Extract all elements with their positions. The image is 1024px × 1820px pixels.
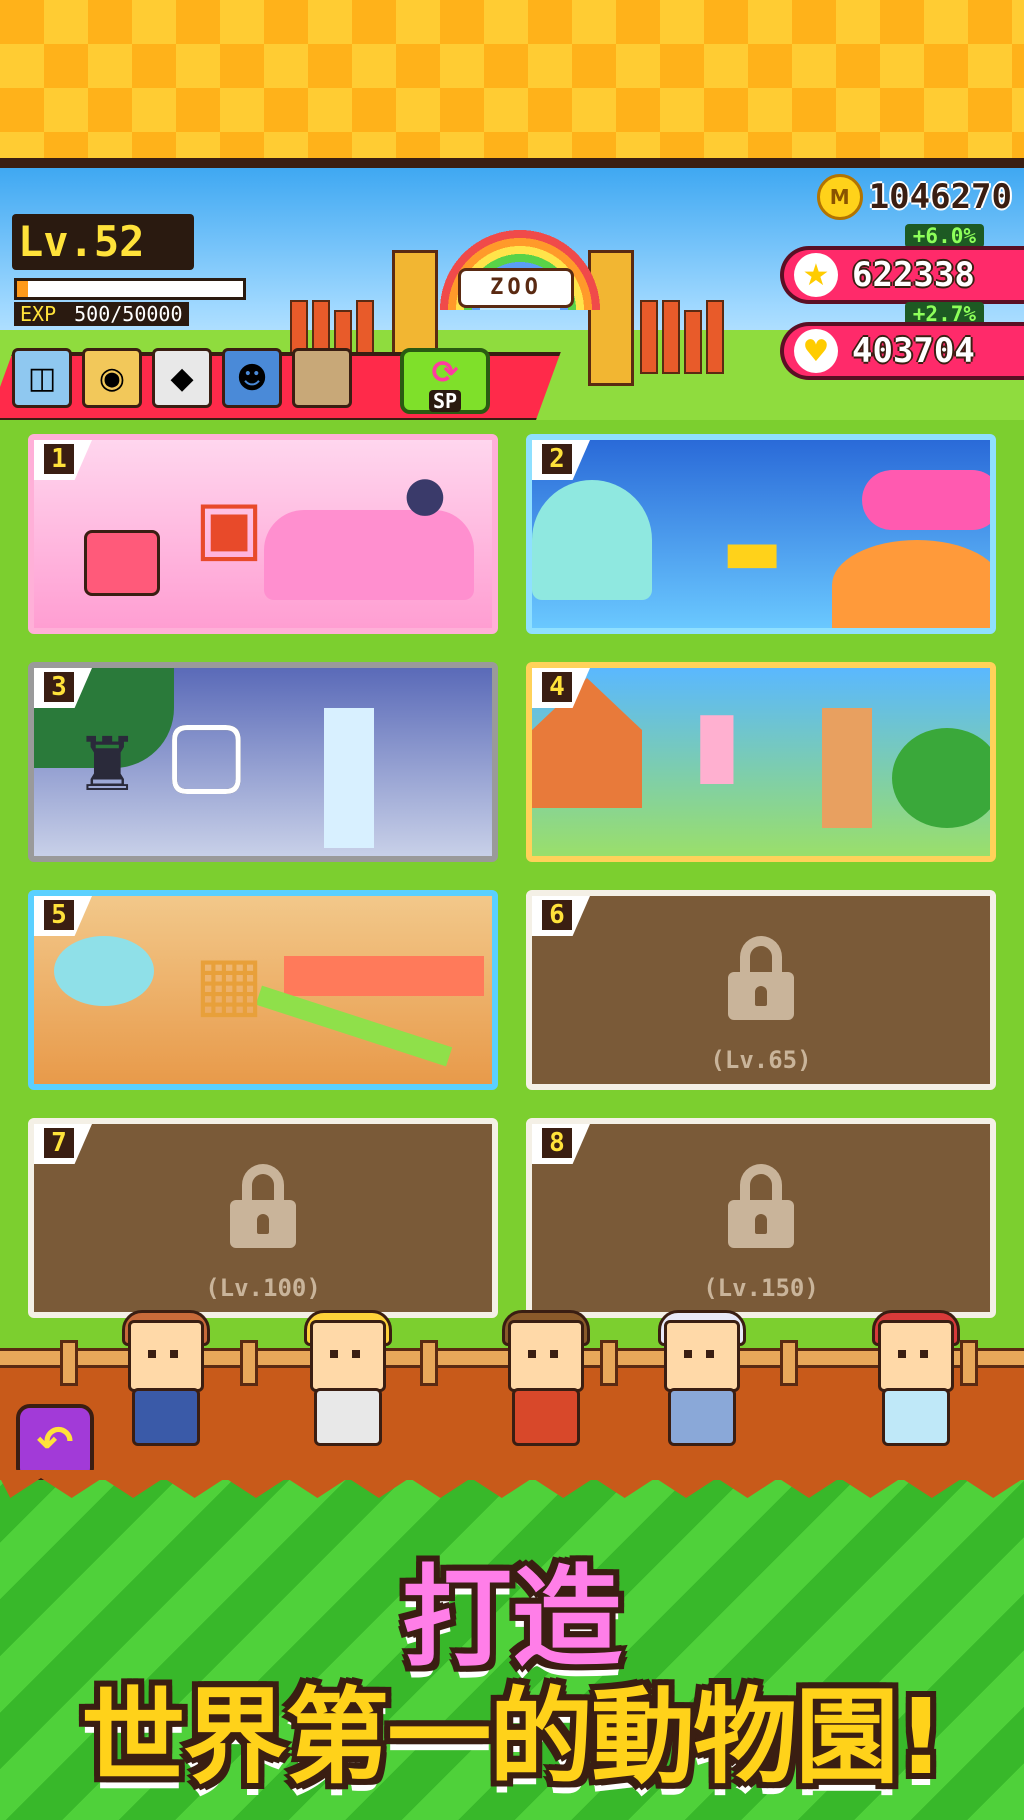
area-card-5[interactable]: ▦ 5 — [28, 890, 498, 1090]
staff-character-girl — [108, 1300, 218, 1460]
exp-readout: EXP 500/50000 — [14, 302, 189, 326]
coin-counter: M 1046270 — [816, 174, 1012, 220]
staff-character-worker — [290, 1300, 400, 1460]
area-card-4[interactable]: ▮ 4 — [526, 662, 996, 862]
coin-icon: M — [816, 174, 863, 220]
back-arrow-icon: ↶ — [36, 1417, 74, 1468]
area-number: 5 — [44, 900, 74, 930]
unlock-requirement: (Lv.100) — [205, 1274, 321, 1302]
area-number: 2 — [542, 444, 572, 474]
exp-value: 500/50000 — [74, 302, 183, 326]
fence-post — [60, 1340, 78, 1386]
area-number: 7 — [44, 1128, 74, 1158]
area-card-7-locked[interactable]: (Lv.100) 7 — [28, 1118, 498, 1318]
sp-button[interactable]: ⟳ SP — [400, 348, 490, 414]
star-icon: ★ — [794, 253, 838, 297]
staff-row: ◫ ◉ ◆ ☻ — [12, 348, 352, 408]
fence-post — [240, 1340, 258, 1386]
area-number: 6 — [542, 900, 572, 930]
fence-post — [420, 1340, 438, 1386]
promo-title-line2: 世界第一的動物園! — [81, 1676, 944, 1798]
toy-shop-scene: ▦ — [34, 896, 492, 1084]
refresh-icon: ⟳ — [431, 353, 459, 391]
checker-banner — [0, 0, 1024, 160]
undersea-scene: ▬ — [532, 440, 990, 628]
area-number-badge: 6 — [532, 896, 590, 936]
cat-icon[interactable]: ◆ — [152, 348, 212, 408]
area-number: 4 — [542, 672, 572, 702]
lock-icon — [230, 1164, 296, 1248]
heart-counter: ♥ 403704 — [780, 322, 1024, 380]
star-counter: ★ 622338 — [780, 246, 1024, 304]
toy-room-scene: ▣ ● — [34, 440, 492, 628]
lock-icon — [728, 1164, 794, 1248]
samurai-valley-scene: ♜ ▢ — [34, 668, 492, 856]
exp-label: EXP — [20, 302, 57, 326]
staff-character-kid — [644, 1300, 754, 1460]
fence-post — [780, 1340, 798, 1386]
star-value: 622338 — [852, 255, 975, 295]
unlock-requirement: (Lv.150) — [703, 1274, 819, 1302]
area-card-6-locked[interactable]: (Lv.65) 6 — [526, 890, 996, 1090]
staff-character-painter — [858, 1300, 968, 1460]
banner-border — [0, 158, 1024, 168]
staff-character-guide — [488, 1300, 598, 1460]
area-card-8-locked[interactable]: (Lv.150) 8 — [526, 1118, 996, 1318]
exp-bar-fill — [17, 281, 29, 297]
flower-village-scene: ▮ — [532, 668, 990, 856]
empty-slot[interactable] — [292, 348, 352, 408]
area-number: 3 — [44, 672, 74, 702]
unlock-requirement: (Lv.65) — [710, 1046, 812, 1074]
area-number-badge: 8 — [532, 1124, 590, 1164]
area-number-badge: 7 — [34, 1124, 92, 1164]
area-number: 1 — [44, 444, 74, 474]
sp-label: SP — [428, 390, 462, 412]
star-bonus: +6.0% — [904, 224, 984, 248]
area-number: 8 — [542, 1128, 572, 1158]
heart-icon: ♥ — [794, 329, 838, 373]
level-badge: Lv.52 — [12, 214, 194, 270]
exp-bar — [14, 278, 246, 300]
lock-icon — [728, 936, 794, 1020]
fence-post — [600, 1340, 618, 1386]
kid-icon[interactable]: ☻ — [222, 348, 282, 408]
area-card-1[interactable]: ▣ ● 1 — [28, 434, 498, 634]
coin-value: 1046270 — [868, 177, 1012, 217]
area-card-2[interactable]: ▬ 2 — [526, 434, 996, 634]
zoo-sign: ZOO — [458, 268, 574, 308]
heart-value: 403704 — [852, 331, 975, 371]
cow-icon[interactable]: ◉ — [82, 348, 142, 408]
area-card-3[interactable]: ♜ ▢ 3 — [28, 662, 498, 862]
robot-icon[interactable]: ◫ — [12, 348, 72, 408]
